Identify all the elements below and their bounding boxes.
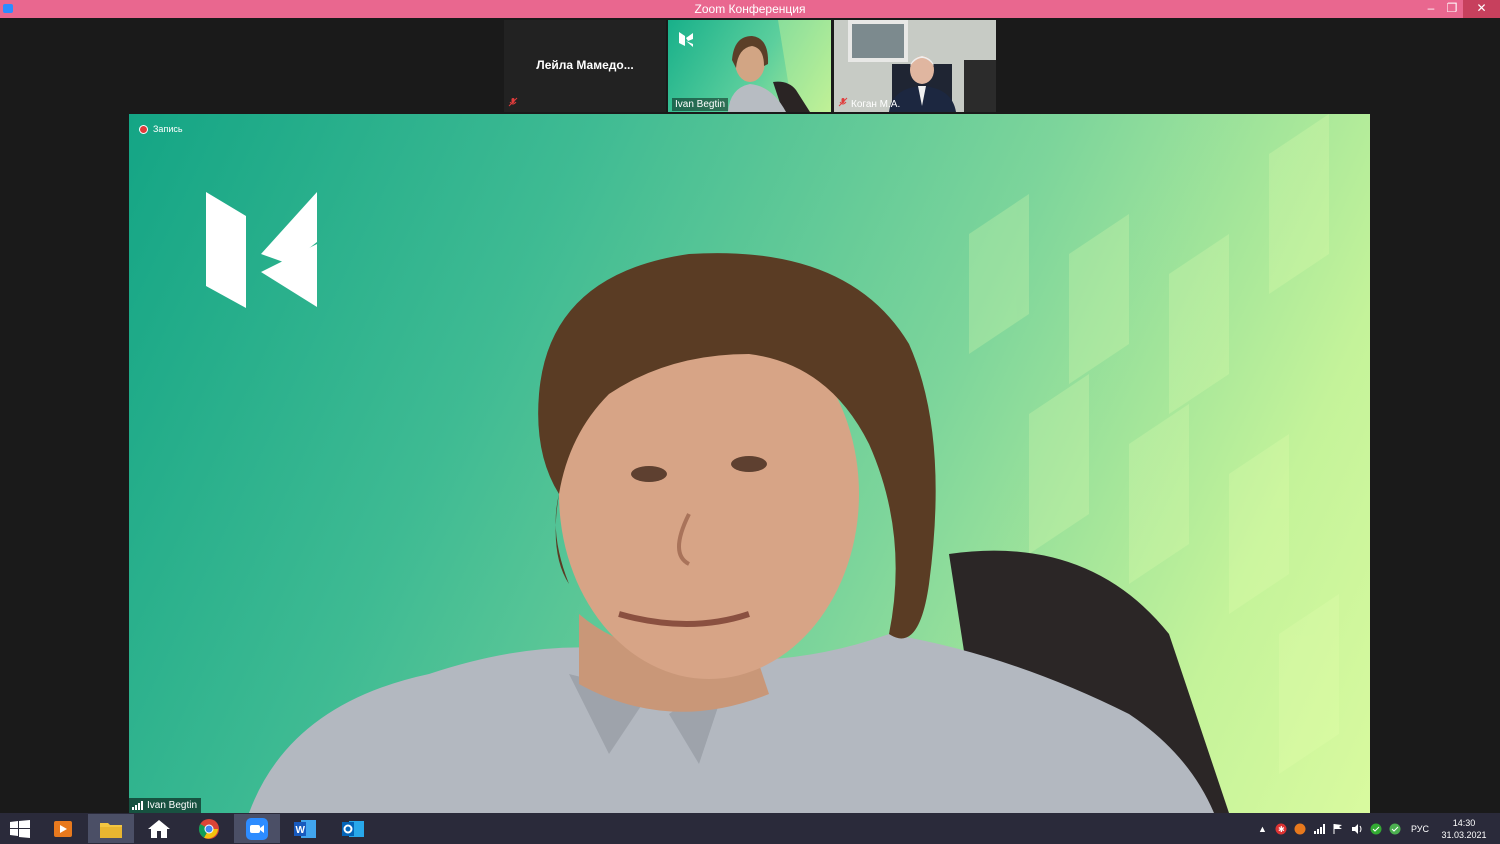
- home-icon: [148, 819, 170, 838]
- participant-tile-leila[interactable]: Лейла Мамедо...: [504, 20, 666, 112]
- taskbar-media-player[interactable]: [40, 814, 86, 843]
- zoom-icon: [246, 817, 268, 840]
- close-button[interactable]: ✕: [1463, 0, 1500, 18]
- svg-text:W: W: [296, 825, 306, 836]
- participant-name: Лейла Мамедо...: [536, 58, 634, 72]
- chrome-icon: [198, 818, 219, 839]
- check-icon[interactable]: [1389, 813, 1401, 844]
- taskbar-home[interactable]: [136, 814, 182, 843]
- company-logo: [206, 192, 317, 308]
- security-icon[interactable]: [1370, 813, 1382, 844]
- windows-taskbar: W ▲ ✱ РУС 14:30 31.03.2021: [0, 813, 1500, 844]
- title-bar: Zoom Конференция – ❐ ✕: [0, 0, 1500, 18]
- speaker-name: Ivan Begtin: [147, 800, 198, 811]
- clock[interactable]: 14:30 31.03.2021: [1437, 817, 1491, 841]
- muted-mic-icon: [838, 97, 848, 110]
- taskbar-file-explorer[interactable]: [88, 814, 134, 843]
- meeting-area: Лейла Мамедо... Ivan Begtin Коган М.А. З…: [0, 18, 1500, 813]
- tray-expand-arrow[interactable]: ▲: [1258, 813, 1267, 844]
- recording-label: Запись: [153, 124, 183, 134]
- volume-icon[interactable]: [1351, 813, 1363, 844]
- antivirus-icon[interactable]: ✱: [1275, 813, 1287, 844]
- window-title: Zoom Конференция: [694, 2, 806, 16]
- speaker-name-tag: Ivan Begtin: [129, 798, 202, 813]
- clock-time: 14:30: [1452, 818, 1476, 828]
- svg-text:✱: ✱: [1278, 825, 1285, 834]
- folder-icon: [100, 822, 122, 838]
- recording-indicator: Запись: [139, 124, 183, 134]
- windows-logo-icon: [10, 819, 30, 838]
- clock-date: 31.03.2021: [1441, 830, 1487, 840]
- language-indicator[interactable]: РУС: [1411, 813, 1429, 844]
- taskbar-zoom[interactable]: [234, 814, 280, 843]
- participant-tile-ivan[interactable]: Ivan Begtin: [668, 20, 831, 112]
- network-icon[interactable]: [1313, 813, 1325, 844]
- participant-name: Коган М.А.: [851, 99, 901, 110]
- muted-mic-icon: [508, 97, 518, 110]
- active-speaker-video[interactable]: Запись Ivan Begtin: [129, 114, 1370, 813]
- word-icon: W: [294, 819, 316, 838]
- taskbar-word[interactable]: W: [282, 814, 328, 843]
- speaker-video-frame: [206, 114, 1339, 813]
- update-icon[interactable]: [1294, 813, 1306, 844]
- signal-strength-icon: [132, 801, 143, 810]
- participant-name: Ivan Begtin: [672, 98, 729, 111]
- outlook-icon: [342, 820, 364, 837]
- media-player-icon: [54, 820, 72, 837]
- taskbar-chrome[interactable]: [186, 814, 232, 843]
- taskbar-outlook[interactable]: [330, 814, 376, 843]
- record-dot-icon: [139, 124, 148, 134]
- participant-tile-kogan[interactable]: Коган М.А.: [834, 20, 996, 112]
- start-button[interactable]: [0, 814, 40, 843]
- flag-icon[interactable]: [1332, 813, 1344, 844]
